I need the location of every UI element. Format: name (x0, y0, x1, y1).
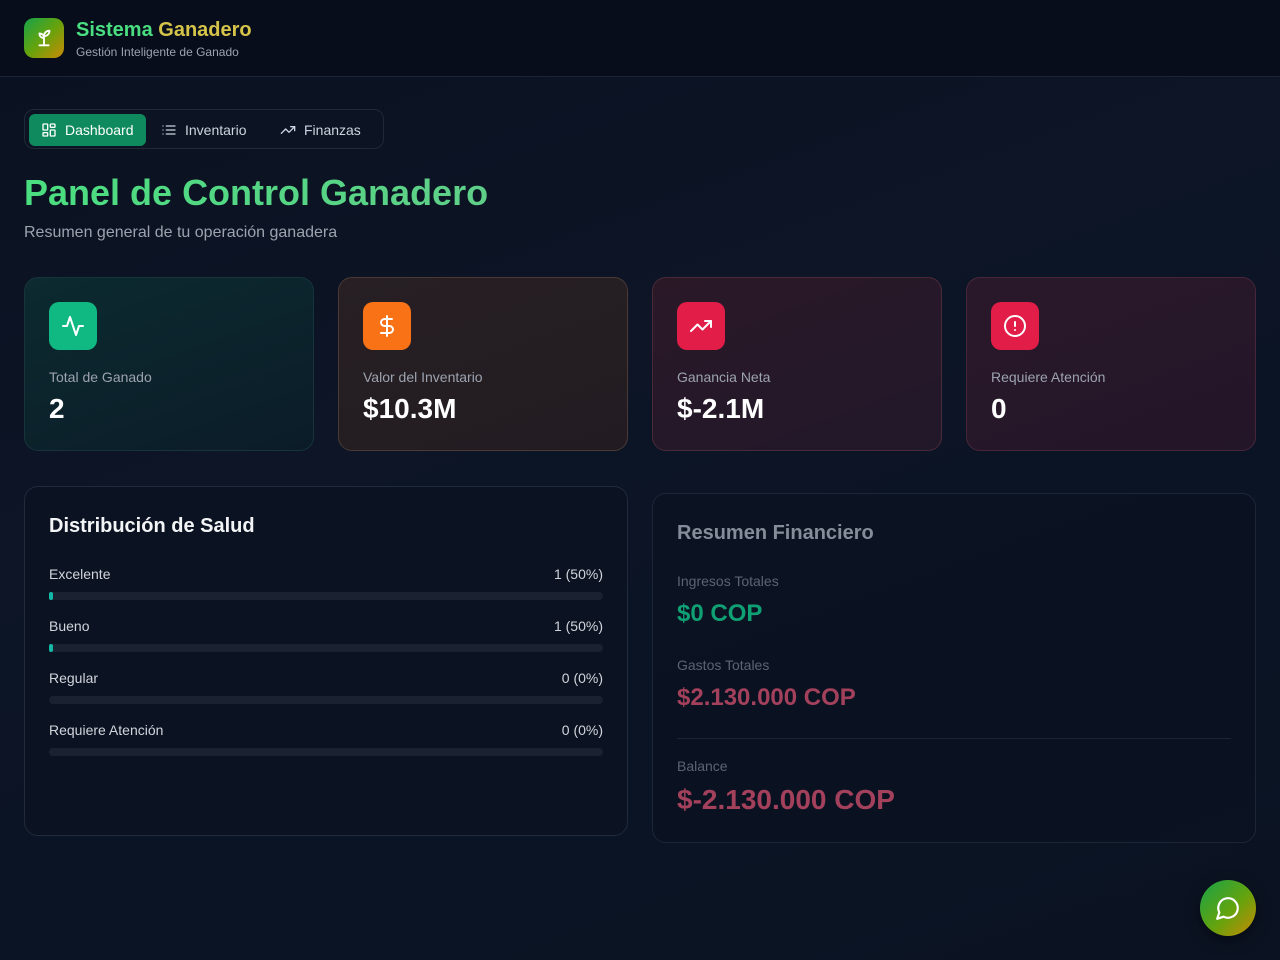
health-row: Bueno 1 (50%) (49, 618, 603, 654)
progress-track (49, 748, 603, 756)
divider (677, 738, 1231, 739)
main-nav: Dashboard Inventario Finanzas (24, 109, 384, 149)
health-label: Regular (49, 670, 99, 686)
health-label: Requiere Atención (49, 722, 164, 738)
sprout-icon (38, 29, 51, 47)
stat-value: $10.3M (363, 393, 457, 424)
tab-label: Finanzas (304, 122, 361, 138)
progress-fill (49, 592, 53, 600)
expenses-value: $2.130.000 COP (677, 684, 856, 711)
list-icon (162, 125, 176, 135)
health-row: Regular 0 (0%) (49, 670, 603, 706)
stat-label: Ganancia Neta (677, 369, 771, 385)
stat-label: Valor del Inventario (363, 369, 483, 385)
tab-label: Inventario (185, 122, 247, 138)
health-value: 1 (50%) (553, 618, 603, 634)
panel-title: Resumen Financiero (677, 522, 874, 544)
progress-track (49, 592, 603, 600)
panel-title: Distribución de Salud (49, 515, 255, 537)
balance-label: Balance (677, 758, 728, 774)
page-subtitle: Resumen general de tu operación ganadera (24, 224, 338, 241)
stat-label: Total de Ganado (49, 369, 152, 385)
stat-value: $-2.1M (677, 393, 765, 424)
trending-up-icon (280, 126, 296, 134)
dollar-icon (380, 315, 394, 337)
progress-fill (49, 644, 53, 652)
page-title: Panel de Control Ganadero (24, 172, 489, 213)
health-value: 0 (0%) (561, 722, 603, 738)
alert-circle-icon (1004, 315, 1026, 337)
app-subtitle: Gestión Inteligente de Ganado (76, 45, 239, 59)
health-distribution-panel: Distribución de Salud Excelente 1 (50%) … (24, 486, 628, 836)
financial-summary-panel: Resumen Financiero Ingresos Totales $0 C… (652, 493, 1256, 843)
dashboard-grid-icon (42, 123, 56, 137)
app-title: Sistema Ganadero (76, 19, 252, 41)
health-label: Excelente (49, 566, 111, 582)
stat-label: Requiere Atención (991, 369, 1106, 385)
stat-card-ganancia-neta: Ganancia Neta $-2.1M (652, 277, 942, 451)
trending-up-icon (690, 320, 712, 332)
app-logo[interactable] (24, 18, 64, 58)
progress-track (49, 696, 603, 704)
progress-track (49, 644, 603, 652)
stat-card-valor-inventario: Valor del Inventario $10.3M (338, 277, 628, 451)
app-header: Sistema Ganadero Gestión Inteligente de … (0, 0, 1280, 77)
stat-value: 0 (991, 393, 1007, 424)
expenses-label: Gastos Totales (677, 657, 770, 673)
tab-inventario[interactable]: Inventario (149, 114, 258, 146)
health-value: 1 (50%) (553, 566, 603, 582)
stat-icon-box (363, 302, 411, 350)
health-row: Excelente 1 (50%) (49, 566, 603, 602)
tab-label: Dashboard (65, 122, 134, 138)
stat-card-total-ganado: Total de Ganado 2 (24, 277, 314, 451)
chat-bubble-icon (1216, 897, 1239, 920)
balance-value: $-2.130.000 COP (677, 784, 895, 815)
health-row: Requiere Atención 0 (0%) (49, 722, 603, 758)
stat-icon-box (49, 302, 97, 350)
stat-card-requiere-atencion: Requiere Atención 0 (966, 277, 1256, 451)
stat-icon-box (991, 302, 1039, 350)
health-label: Bueno (49, 618, 90, 634)
stat-value: 2 (49, 393, 65, 424)
income-label: Ingresos Totales (677, 573, 779, 589)
health-value: 0 (0%) (561, 670, 603, 686)
tab-finanzas[interactable]: Finanzas (268, 114, 373, 146)
activity-icon (62, 316, 84, 336)
chat-button[interactable] (1200, 880, 1256, 936)
income-value: $0 COP (677, 600, 763, 627)
stat-icon-box (677, 302, 725, 350)
tab-dashboard[interactable]: Dashboard (29, 114, 146, 146)
